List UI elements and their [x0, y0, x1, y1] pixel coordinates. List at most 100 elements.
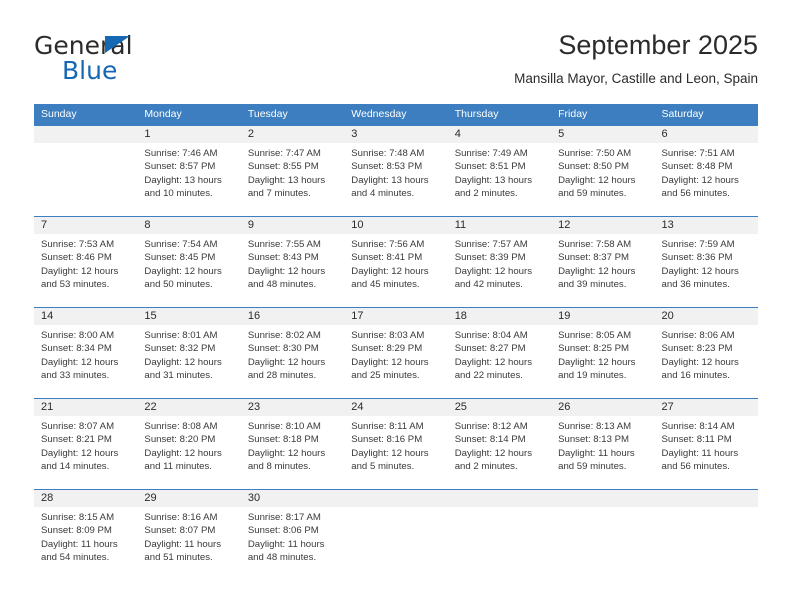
- sunset-text: Sunset: 8:23 PM: [661, 343, 733, 355]
- day-number: 11: [447, 217, 552, 234]
- daylight-text-line2: and 48 minutes.: [247, 279, 317, 291]
- day-details: Sunrise: 8:16 AM Sunset: 8:07 PM Dayligh…: [137, 507, 240, 565]
- general-blue-logo[interactable]: General Blue: [34, 32, 214, 88]
- sunset-text: Sunset: 8:13 PM: [558, 434, 630, 446]
- week-row: 14 Sunrise: 8:00 AM Sunset: 8:34 PM Dayl…: [34, 307, 758, 398]
- sunrise-text: Sunrise: 7:57 AM: [454, 239, 528, 250]
- sunset-text: Sunset: 8:09 PM: [41, 525, 112, 537]
- sunset-text: Sunset: 8:34 PM: [41, 343, 112, 355]
- title-block: September 2025 Mansilla Mayor, Castille …: [514, 28, 758, 87]
- day-details: Sunrise: 8:10 AM Sunset: 8:18 PM Dayligh…: [241, 416, 344, 474]
- sunrise-text: Sunrise: 8:14 AM: [661, 421, 735, 432]
- sunrise-text: Sunrise: 8:07 AM: [41, 421, 115, 432]
- daylight-text-line2: and 59 minutes.: [558, 461, 627, 473]
- day-cell[interactable]: 5 Sunrise: 7:50 AM Sunset: 8:50 PM Dayli…: [551, 126, 655, 216]
- day-cell[interactable]: 20 Sunrise: 8:06 AM Sunset: 8:23 PM Dayl…: [654, 308, 758, 398]
- daylight-text-line1: Daylight: 12 hours: [144, 265, 222, 277]
- daylight-text-line2: and 16 minutes.: [661, 370, 730, 382]
- day-cell[interactable]: 21 Sunrise: 8:07 AM Sunset: 8:21 PM Dayl…: [34, 399, 138, 489]
- day-number: 17: [344, 308, 448, 325]
- day-details: Sunrise: 8:04 AM Sunset: 8:27 PM Dayligh…: [448, 325, 551, 383]
- day-cell[interactable]: 6 Sunrise: 7:51 AM Sunset: 8:48 PM Dayli…: [654, 126, 758, 216]
- day-details: Sunrise: 8:13 AM Sunset: 8:13 PM Dayligh…: [551, 416, 654, 474]
- daylight-text-line2: and 59 minutes.: [558, 188, 627, 200]
- day-number: 3: [344, 126, 448, 143]
- sunset-text: Sunset: 8:43 PM: [247, 252, 319, 264]
- day-number: [344, 490, 448, 507]
- day-cell[interactable]: 10 Sunrise: 7:56 AM Sunset: 8:41 PM Dayl…: [344, 217, 448, 307]
- day-cell[interactable]: 28 Sunrise: 8:15 AM Sunset: 8:09 PM Dayl…: [34, 490, 138, 580]
- day-cell[interactable]: 11 Sunrise: 7:57 AM Sunset: 8:39 PM Dayl…: [447, 217, 552, 307]
- weekday-header-friday: Friday: [558, 108, 588, 120]
- day-number: 19: [551, 308, 655, 325]
- day-cell[interactable]: 25 Sunrise: 8:12 AM Sunset: 8:14 PM Dayl…: [447, 399, 552, 489]
- week-row: 7 Sunrise: 7:53 AM Sunset: 8:46 PM Dayli…: [34, 216, 758, 307]
- sunrise-text: Sunrise: 7:59 AM: [661, 239, 735, 250]
- sunrise-text: Sunrise: 8:13 AM: [558, 421, 632, 432]
- day-cell[interactable]: 13 Sunrise: 7:59 AM Sunset: 8:36 PM Dayl…: [654, 217, 758, 307]
- daylight-text-line2: and 10 minutes.: [144, 188, 213, 200]
- day-cell[interactable]: 17 Sunrise: 8:03 AM Sunset: 8:29 PM Dayl…: [344, 308, 448, 398]
- daylight-text-line1: Daylight: 12 hours: [661, 265, 739, 277]
- day-cell[interactable]: 18 Sunrise: 8:04 AM Sunset: 8:27 PM Dayl…: [447, 308, 552, 398]
- day-cell[interactable]: 15 Sunrise: 8:01 AM Sunset: 8:32 PM Dayl…: [137, 308, 241, 398]
- sunset-text: Sunset: 8:46 PM: [41, 252, 112, 264]
- daylight-text-line1: Daylight: 11 hours: [41, 538, 118, 550]
- daylight-text-line2: and 7 minutes.: [247, 188, 311, 200]
- sunset-text: Sunset: 8:45 PM: [144, 252, 216, 264]
- day-details: Sunrise: 8:00 AM Sunset: 8:34 PM Dayligh…: [34, 325, 137, 383]
- day-details: Sunrise: 7:46 AM Sunset: 8:57 PM Dayligh…: [137, 143, 240, 201]
- day-number: 7: [34, 217, 138, 234]
- sunset-text: Sunset: 8:06 PM: [247, 525, 319, 537]
- sunrise-text: Sunrise: 8:17 AM: [247, 512, 321, 523]
- day-cell[interactable]: 23 Sunrise: 8:10 AM Sunset: 8:18 PM Dayl…: [240, 399, 345, 489]
- day-details: [448, 507, 551, 511]
- day-cell: [34, 126, 138, 216]
- day-cell[interactable]: 27 Sunrise: 8:14 AM Sunset: 8:11 PM Dayl…: [654, 399, 758, 489]
- day-number: 29: [137, 490, 241, 507]
- daylight-text-line1: Daylight: 13 hours: [351, 174, 429, 186]
- day-number: 12: [551, 217, 655, 234]
- daylight-text-line2: and 19 minutes.: [558, 370, 627, 382]
- daylight-text-line1: Daylight: 12 hours: [351, 447, 429, 459]
- day-cell[interactable]: 8 Sunrise: 7:54 AM Sunset: 8:45 PM Dayli…: [137, 217, 241, 307]
- day-number: 16: [240, 308, 345, 325]
- daylight-text-line2: and 22 minutes.: [454, 370, 523, 382]
- day-number: 25: [447, 399, 552, 416]
- day-details: Sunrise: 8:07 AM Sunset: 8:21 PM Dayligh…: [34, 416, 137, 474]
- day-cell[interactable]: 4 Sunrise: 7:49 AM Sunset: 8:51 PM Dayli…: [447, 126, 552, 216]
- day-cell[interactable]: 14 Sunrise: 8:00 AM Sunset: 8:34 PM Dayl…: [34, 308, 138, 398]
- day-details: Sunrise: 7:49 AM Sunset: 8:51 PM Dayligh…: [448, 143, 551, 201]
- sunrise-text: Sunrise: 8:05 AM: [558, 330, 632, 341]
- daylight-text-line2: and 56 minutes.: [661, 461, 730, 473]
- sunset-text: Sunset: 8:57 PM: [144, 161, 216, 173]
- day-cell[interactable]: 3 Sunrise: 7:48 AM Sunset: 8:53 PM Dayli…: [344, 126, 448, 216]
- day-number: 13: [654, 217, 758, 234]
- day-cell[interactable]: 24 Sunrise: 8:11 AM Sunset: 8:16 PM Dayl…: [344, 399, 448, 489]
- day-details: [551, 507, 654, 511]
- day-number: 18: [447, 308, 552, 325]
- sunset-text: Sunset: 8:55 PM: [247, 161, 319, 173]
- day-cell[interactable]: 29 Sunrise: 8:16 AM Sunset: 8:07 PM Dayl…: [137, 490, 241, 580]
- day-cell[interactable]: 9 Sunrise: 7:55 AM Sunset: 8:43 PM Dayli…: [240, 217, 345, 307]
- day-number: 30: [240, 490, 345, 507]
- sunrise-text: Sunrise: 7:53 AM: [41, 239, 115, 250]
- day-cell[interactable]: 26 Sunrise: 8:13 AM Sunset: 8:13 PM Dayl…: [551, 399, 655, 489]
- day-cell[interactable]: 1 Sunrise: 7:46 AM Sunset: 8:57 PM Dayli…: [137, 126, 241, 216]
- daylight-text-line1: Daylight: 12 hours: [41, 356, 119, 368]
- day-cell[interactable]: 22 Sunrise: 8:08 AM Sunset: 8:20 PM Dayl…: [137, 399, 241, 489]
- day-cell[interactable]: 12 Sunrise: 7:58 AM Sunset: 8:37 PM Dayl…: [551, 217, 655, 307]
- daylight-text-line2: and 31 minutes.: [144, 370, 213, 382]
- daylight-text-line1: Daylight: 12 hours: [247, 447, 326, 459]
- day-details: Sunrise: 8:14 AM Sunset: 8:11 PM Dayligh…: [655, 416, 758, 474]
- day-cell[interactable]: 7 Sunrise: 7:53 AM Sunset: 8:46 PM Dayli…: [34, 217, 138, 307]
- day-cell[interactable]: 19 Sunrise: 8:05 AM Sunset: 8:25 PM Dayl…: [551, 308, 655, 398]
- sunset-text: Sunset: 8:37 PM: [558, 252, 630, 264]
- day-cell[interactable]: 30 Sunrise: 8:17 AM Sunset: 8:06 PM Dayl…: [240, 490, 345, 580]
- day-number: 23: [240, 399, 345, 416]
- day-cell[interactable]: 16 Sunrise: 8:02 AM Sunset: 8:30 PM Dayl…: [240, 308, 345, 398]
- day-details: [34, 143, 137, 147]
- day-cell[interactable]: 2 Sunrise: 7:47 AM Sunset: 8:55 PM Dayli…: [240, 126, 345, 216]
- daylight-text-line1: Daylight: 12 hours: [558, 174, 636, 186]
- daylight-text-line2: and 45 minutes.: [351, 279, 420, 291]
